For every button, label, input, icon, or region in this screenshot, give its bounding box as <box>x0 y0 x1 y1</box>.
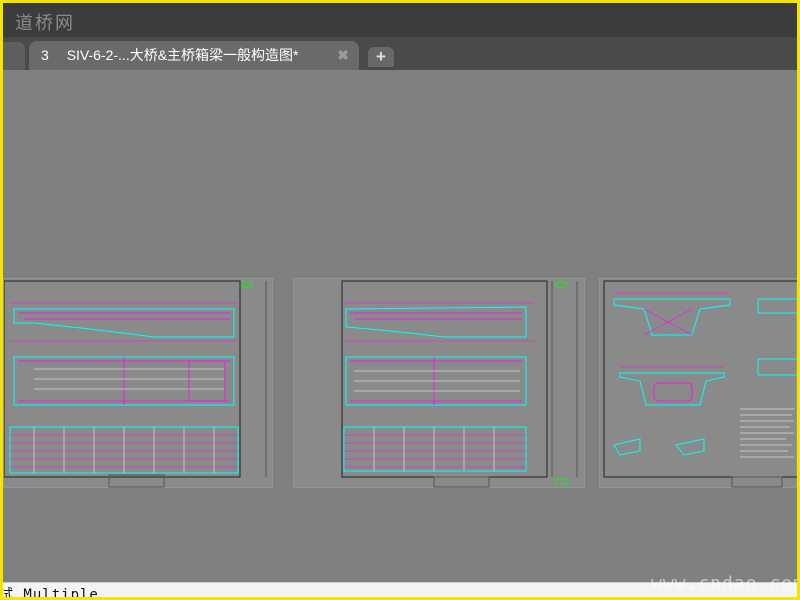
new-tab-button[interactable]: + <box>368 47 394 67</box>
close-icon[interactable]: ✖ <box>337 41 349 70</box>
drawing-canvas[interactable] <box>3 70 797 582</box>
drawing-sheet-2[interactable] <box>293 278 585 488</box>
tab-number: 3 <box>41 47 49 63</box>
sheet-2-drawing <box>341 280 578 488</box>
sheet-1-drawing <box>4 280 267 488</box>
title-strip: 道桥网 <box>3 3 797 37</box>
sheet-3-drawing <box>603 280 797 488</box>
drawing-sheet-1[interactable] <box>3 278 273 488</box>
tab-title: SIV-6-2-...大桥&主桥箱梁一般构造图* <box>66 47 299 63</box>
drawing-sheet-3[interactable] <box>599 278 797 488</box>
watermark-bottom: www.cndao.com <box>651 573 797 594</box>
watermark-top: 道桥网 <box>15 13 75 34</box>
cad-window: 道桥网 3 SIV-6-2-...大桥&主桥箱梁一般构造图* ✖ + 试 Mul… <box>3 3 797 597</box>
tab-previous[interactable] <box>3 42 25 70</box>
document-tab-bar: 3 SIV-6-2-...大桥&主桥箱梁一般构造图* ✖ + <box>3 37 797 70</box>
command-text: 试 Multiple <box>3 587 99 597</box>
tab-active-document[interactable]: 3 SIV-6-2-...大桥&主桥箱梁一般构造图* ✖ <box>29 41 359 70</box>
